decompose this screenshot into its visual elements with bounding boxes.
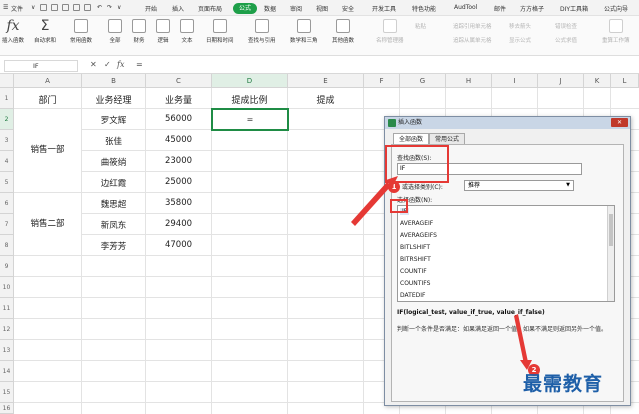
watermark-logo: 最需教育 bbox=[523, 373, 604, 395]
spreadsheet-window: ☰ 文件 ∨ ↶ ↷ ∨ 开始 插入 页面布局 公式 数据 审阅 视图 安全 开… bbox=[0, 0, 639, 414]
arrow-to-confirm bbox=[514, 314, 528, 364]
annotation-arrows bbox=[351, 176, 532, 370]
arrow-to-search bbox=[351, 182, 391, 226]
